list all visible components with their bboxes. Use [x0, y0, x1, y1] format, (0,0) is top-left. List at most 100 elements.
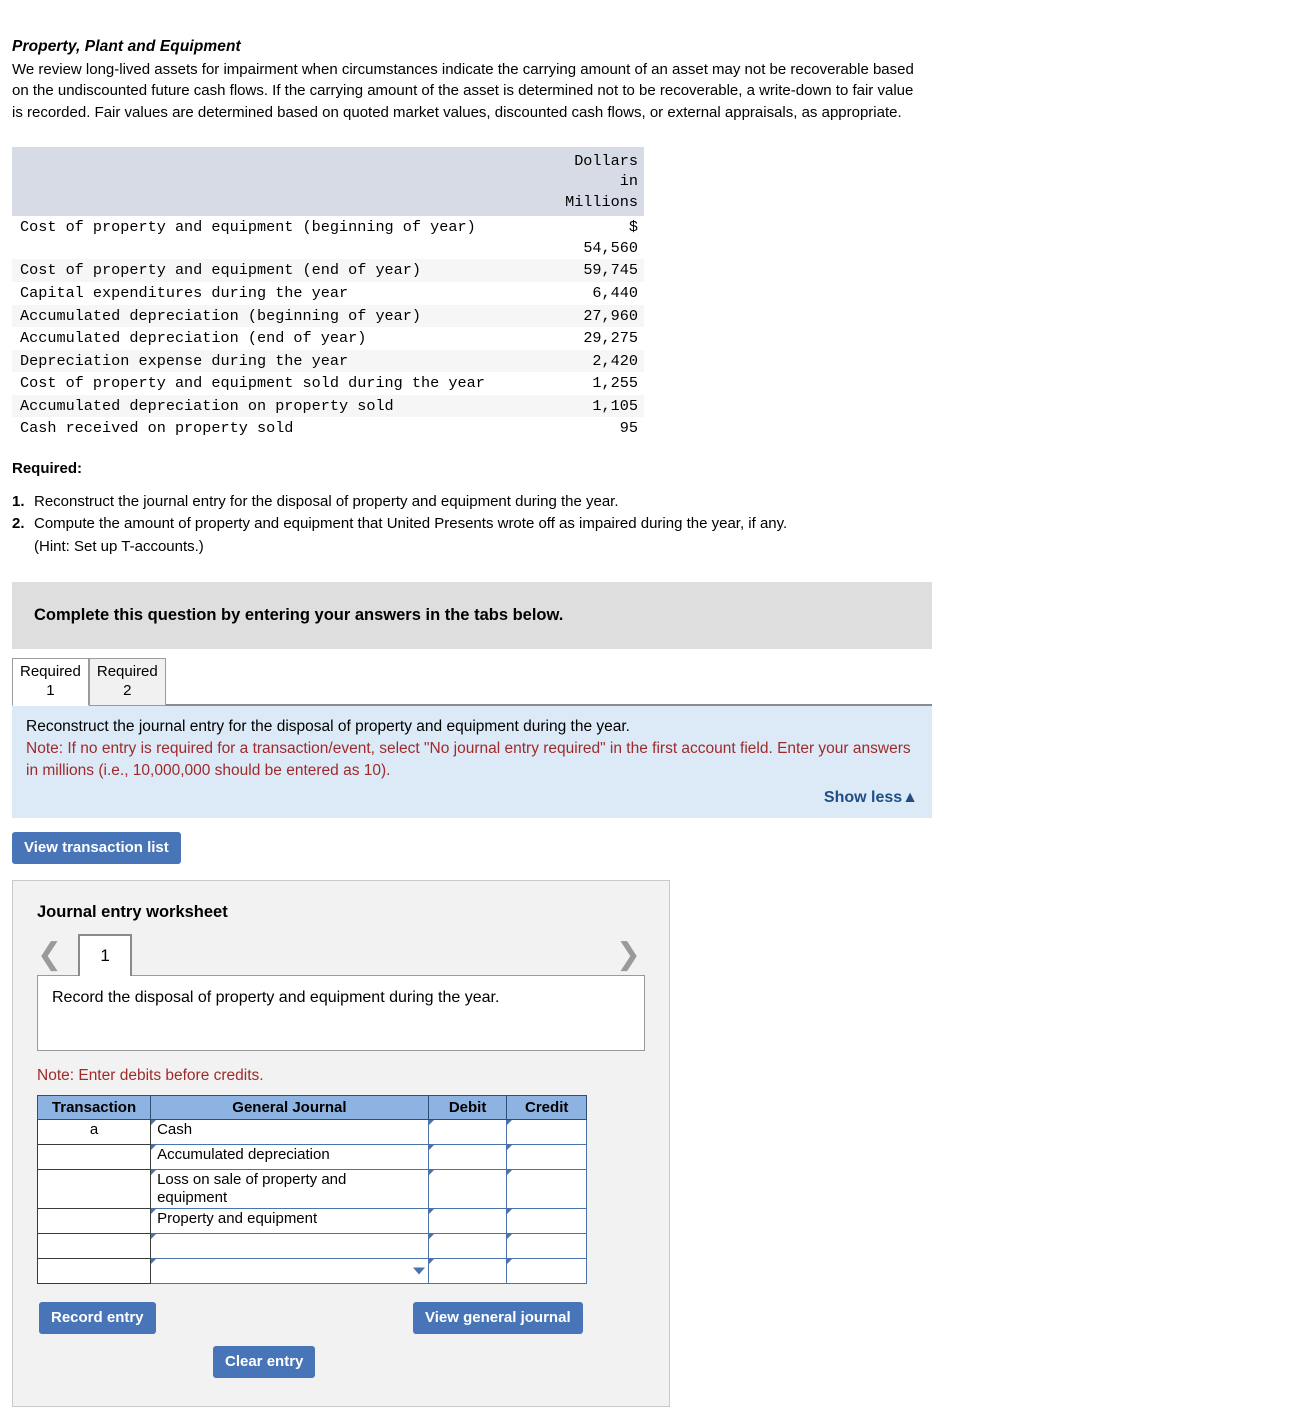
cell-marker-icon	[507, 1145, 513, 1151]
chevron-down-icon[interactable]	[412, 1267, 425, 1275]
cell-marker-icon	[428, 1259, 434, 1265]
journal-table-body: a Cash Accumulated depreciation Loss on …	[36, 1119, 587, 1285]
table-row: Property and equipment	[36, 1208, 587, 1235]
record-entry-button[interactable]: Record entry	[39, 1302, 156, 1335]
account-cell-dropdown[interactable]	[150, 1258, 429, 1285]
row-value: 27,960	[526, 304, 644, 328]
table-row	[36, 1258, 587, 1285]
row-label: Cost of property and equipment sold duri…	[12, 372, 526, 395]
account-cell[interactable]: Cash	[150, 1119, 429, 1146]
account-cell[interactable]	[150, 1233, 429, 1260]
debit-cell[interactable]	[427, 1144, 508, 1171]
list-item: 1. Reconstruct the journal entry for the…	[12, 491, 1316, 513]
instruction-panel: Reconstruct the journal entry for the di…	[12, 706, 932, 819]
table-row: Depreciation expense during the year 2,4…	[12, 349, 644, 373]
worksheet-page-number: 1	[100, 946, 110, 966]
row-value: 6,440	[526, 281, 644, 305]
debit-cell[interactable]	[427, 1233, 508, 1260]
cell-marker-icon	[428, 1234, 434, 1240]
tab-required-2[interactable]: Required 2	[88, 657, 166, 707]
tab-label-line2: 2	[123, 681, 132, 699]
instruction-note-text: Note: If no entry is required for a tran…	[26, 740, 911, 780]
chevron-left-icon[interactable]: ❮	[37, 940, 62, 970]
credit-cell[interactable]	[506, 1208, 587, 1235]
cell-marker-icon	[428, 1145, 434, 1151]
tab-label-line2: 1	[46, 681, 55, 699]
row-label: Accumulated depreciation (end of year)	[12, 327, 526, 350]
debit-cell[interactable]	[427, 1208, 508, 1235]
cell-marker-icon	[428, 1209, 434, 1215]
account-text: Property and equipment	[157, 1210, 318, 1228]
table-row: Loss on sale of property and equipment	[36, 1169, 587, 1210]
section-heading: Property, Plant and Equipment	[12, 38, 241, 55]
table-row: Cost of property and equipment (beginnin…	[12, 216, 644, 260]
credit-cell[interactable]	[506, 1258, 587, 1285]
journal-header-row: Transaction General Journal Debit Credit	[36, 1095, 587, 1121]
table-row: Cash received on property sold 95	[12, 417, 644, 440]
table-header-row: Dollars in Millions	[12, 146, 644, 217]
row-label: Cost of property and equipment (end of y…	[12, 259, 526, 282]
chevron-right-icon[interactable]: ❯	[616, 940, 641, 970]
debit-cell[interactable]	[427, 1119, 508, 1146]
worksheet-note: Note: Enter debits before credits.	[37, 1067, 264, 1085]
account-cell[interactable]: Accumulated depreciation	[150, 1144, 429, 1171]
list-item: 2. Compute the amount of property and eq…	[12, 513, 1316, 535]
row-value: 95	[526, 417, 644, 440]
debit-cell[interactable]	[427, 1169, 508, 1210]
cell-marker-icon	[507, 1259, 513, 1265]
journal-entry-worksheet-panel: Journal entry worksheet ❮ 1 ❯ Record the…	[12, 880, 670, 1407]
account-cell[interactable]: Loss on sale of property and equipment	[150, 1169, 429, 1210]
table-row	[36, 1233, 587, 1260]
required-hint: (Hint: Set up T-accounts.)	[34, 538, 204, 556]
credit-cell[interactable]	[506, 1169, 587, 1210]
debit-cell[interactable]	[427, 1258, 508, 1285]
worksheet-description: Record the disposal of property and equi…	[37, 975, 645, 1052]
table-row: Capital expenditures during the year 6,4…	[12, 281, 644, 305]
table-row: Accumulated depreciation	[36, 1144, 587, 1171]
column-header-transaction: Transaction	[36, 1095, 152, 1121]
tab-label-line1: Required	[96, 662, 158, 680]
account-cell[interactable]: Property and equipment	[150, 1208, 429, 1235]
row-label: Depreciation expense during the year	[12, 349, 526, 373]
cell-marker-icon	[507, 1120, 513, 1126]
transaction-cell[interactable]	[36, 1258, 152, 1285]
cell-marker-icon	[507, 1209, 513, 1215]
transaction-cell[interactable]: a	[36, 1119, 152, 1146]
page-root: Property, Plant and Equipment We review …	[0, 0, 1316, 1407]
cell-marker-icon	[151, 1209, 157, 1215]
journal-entry-table: Transaction General Journal Debit Credit…	[36, 1095, 587, 1285]
view-transaction-list-button[interactable]: View transaction list	[12, 832, 181, 865]
required-item-number: 1.	[12, 492, 25, 510]
row-label: Cost of property and equipment (beginnin…	[12, 216, 526, 260]
table-row: Accumulated depreciation (beginning of y…	[12, 304, 644, 328]
required-item-number: 2.	[12, 515, 25, 533]
worksheet-title: Journal entry worksheet	[37, 903, 228, 922]
cell-marker-icon	[151, 1145, 157, 1151]
tab-required-1[interactable]: Required 1	[12, 657, 89, 707]
worksheet-pager: ❮ 1 ❯	[37, 934, 645, 977]
credit-cell[interactable]	[506, 1119, 587, 1146]
column-header-credit: Credit	[506, 1095, 587, 1121]
table-row: a Cash	[36, 1119, 587, 1146]
show-less-link[interactable]: Show less▲	[26, 787, 918, 810]
account-text: Loss on sale of property and equipment	[157, 1171, 347, 1206]
view-general-journal-button[interactable]: View general journal	[413, 1302, 583, 1335]
instruction-main-text: Reconstruct the journal entry for the di…	[26, 718, 630, 736]
row-label: Accumulated depreciation on property sol…	[12, 394, 526, 418]
transaction-cell[interactable]	[36, 1169, 152, 1210]
credit-cell[interactable]	[506, 1233, 587, 1260]
transaction-cell[interactable]	[36, 1144, 152, 1171]
worksheet-page-tab-1[interactable]: 1	[78, 934, 133, 977]
transaction-cell[interactable]	[36, 1233, 152, 1260]
cell-marker-icon	[507, 1170, 513, 1176]
credit-cell[interactable]	[506, 1144, 587, 1171]
section-body-text: We review long-lived assets for impairme…	[12, 61, 914, 121]
transaction-cell[interactable]	[36, 1208, 152, 1235]
clear-entry-button[interactable]: Clear entry	[213, 1346, 316, 1379]
row-value: 1,255	[526, 372, 644, 395]
financial-data-table: Dollars in Millions Cost of property and…	[12, 146, 644, 440]
row-value: 29,275	[526, 327, 644, 350]
cell-marker-icon	[151, 1120, 157, 1126]
required-item-text: Reconstruct the journal entry for the di…	[34, 492, 619, 510]
cell-marker-icon	[151, 1259, 157, 1265]
